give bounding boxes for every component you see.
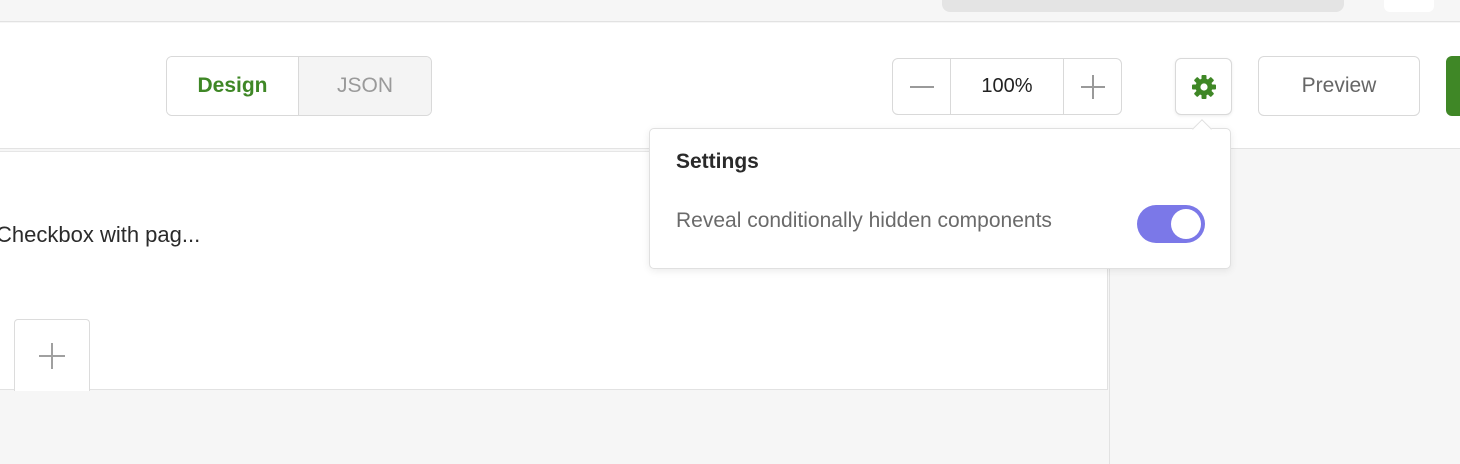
zoom-control: 100% <box>892 58 1122 115</box>
tab-design[interactable]: Design <box>167 57 299 115</box>
question-title[interactable]: Checkbox with pag... <box>0 222 200 248</box>
add-page-button[interactable] <box>14 319 90 391</box>
publish-button[interactable] <box>1446 56 1460 116</box>
app-window: Design JSON 100% Preview Checkbox with p… <box>0 0 1460 464</box>
reveal-hidden-label: Reveal conditionally hidden components <box>676 209 1052 232</box>
zoom-out-button[interactable] <box>893 59 951 114</box>
reveal-hidden-toggle[interactable] <box>1137 205 1205 243</box>
minus-icon <box>909 85 934 88</box>
top-strip <box>0 0 1460 22</box>
gear-icon <box>1191 74 1216 99</box>
popover-title: Settings <box>676 150 759 173</box>
toggle-knob <box>1171 209 1201 239</box>
mode-toggle: Design JSON <box>166 56 432 116</box>
zoom-in-button[interactable] <box>1063 59 1121 114</box>
preview-button[interactable]: Preview <box>1258 56 1420 116</box>
zoom-level: 100% <box>981 75 1033 97</box>
plus-icon <box>1080 74 1105 99</box>
top-corner-button[interactable] <box>1384 0 1434 12</box>
settings-button[interactable] <box>1175 58 1232 115</box>
plus-icon <box>39 342 65 369</box>
tab-json[interactable]: JSON <box>299 57 431 115</box>
settings-popover: Settings Reveal conditionally hidden com… <box>649 119 1231 269</box>
top-scrollbar[interactable] <box>942 0 1344 12</box>
